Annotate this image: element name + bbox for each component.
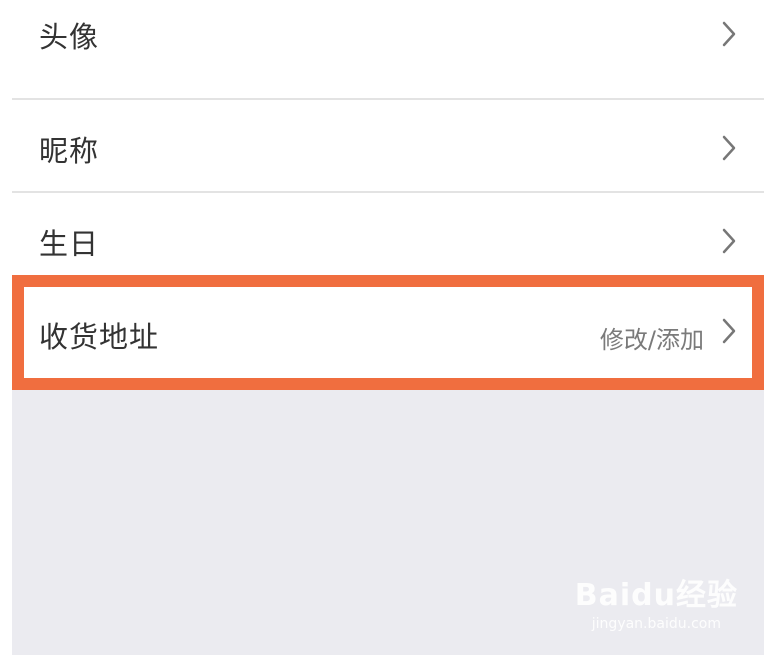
row-nickname-label: 昵称 [39, 134, 100, 168]
watermark-logo: Baidu经验 [574, 578, 738, 613]
row-avatar-label: 头像 [39, 20, 100, 54]
row-shipping-address-value: 修改/添加 [599, 326, 704, 354]
row-birthday-label: 生日 [39, 227, 100, 261]
chevron-right-icon [722, 228, 736, 254]
row-shipping-address-label: 收货地址 [39, 320, 160, 354]
profile-settings-panel: 头像 昵称 生日 收货地址 修改/添加 [12, 0, 764, 655]
watermark-url: jingyan.baidu.com [591, 616, 721, 632]
row-shipping-address[interactable]: 收货地址 修改/添加 [12, 275, 764, 390]
row-avatar[interactable]: 头像 [12, 0, 764, 98]
row-nickname[interactable]: 昵称 [12, 100, 764, 192]
baidu-jingyan-watermark: Baidu经验 jingyan.baidu.com [575, 570, 738, 632]
chevron-right-icon [722, 21, 736, 47]
chevron-right-icon [722, 135, 736, 161]
chevron-right-icon [722, 318, 736, 344]
row-birthday[interactable]: 生日 [12, 193, 764, 275]
